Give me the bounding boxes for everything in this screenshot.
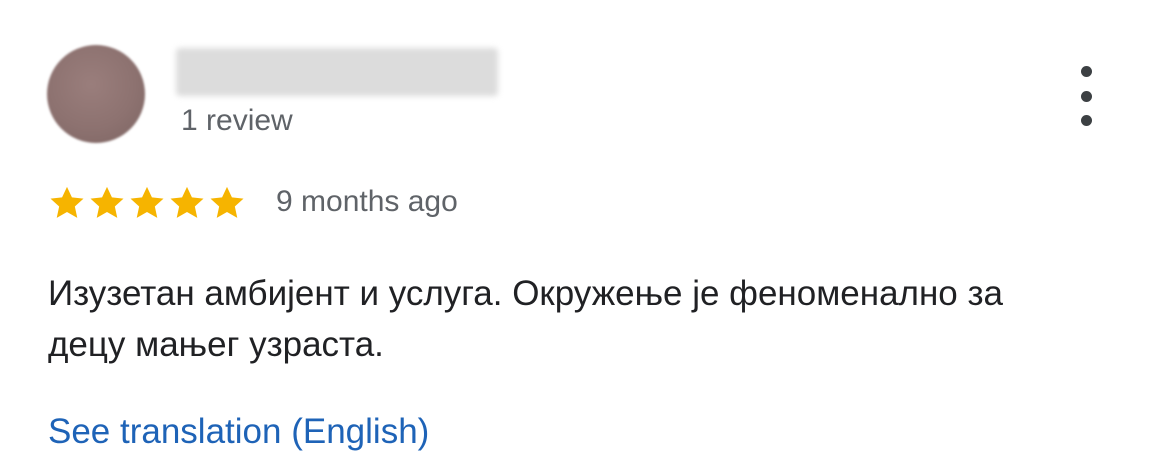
reviewer-review-count: 1 review <box>181 104 293 137</box>
more-vert-icon-dot <box>1080 66 1092 77</box>
star-icon <box>87 183 127 223</box>
star-icon <box>167 183 207 223</box>
star-rating <box>47 183 247 223</box>
see-translation-link[interactable]: See translation (English) <box>48 410 429 454</box>
star-icon <box>127 183 167 223</box>
more-vert-icon-dot <box>1080 115 1092 126</box>
reviewer-name[interactable] <box>176 48 498 96</box>
star-icon <box>207 183 247 223</box>
more-options-button[interactable] <box>1066 66 1106 126</box>
review-text: Изузетан амбијент и услуга. Окружење је … <box>48 274 1003 364</box>
more-vert-icon-dot <box>1080 90 1092 102</box>
review-time: 9 months ago <box>276 185 458 218</box>
reviewer-avatar[interactable] <box>47 45 145 143</box>
star-icon <box>47 183 87 223</box>
